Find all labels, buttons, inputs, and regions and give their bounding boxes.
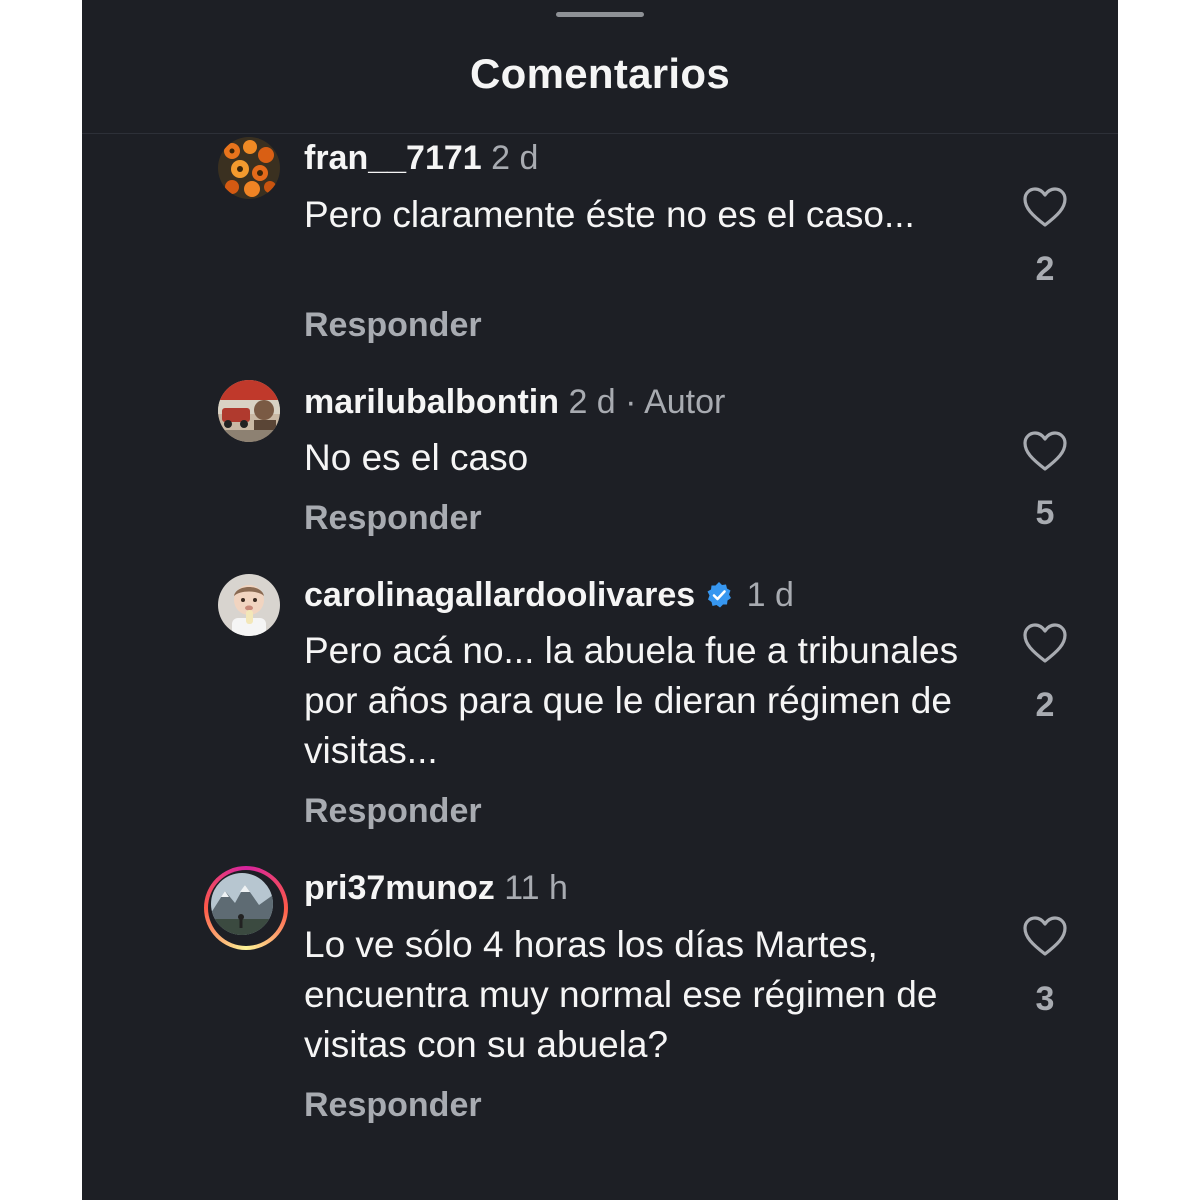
comment-text: No es el caso bbox=[304, 437, 529, 478]
reply-button[interactable]: Responder bbox=[304, 306, 482, 345]
comment-meta: carolinagallardoolivares 1 d bbox=[304, 575, 794, 615]
heart-icon[interactable] bbox=[1022, 429, 1068, 475]
comment-meta: marilubalbontin 2 d · Autor bbox=[304, 382, 725, 422]
reply-button[interactable]: Responder bbox=[304, 499, 482, 538]
reply-button[interactable]: Responder bbox=[304, 1086, 482, 1125]
like-count: 3 bbox=[1035, 980, 1055, 1018]
author-label: Autor bbox=[644, 383, 726, 421]
username[interactable]: pri37munoz bbox=[304, 869, 495, 907]
vintage-photo-avatar[interactable] bbox=[218, 380, 280, 442]
like-count: 5 bbox=[1035, 494, 1055, 532]
comment-meta: pri37munoz 11 h bbox=[304, 868, 568, 908]
heart-icon[interactable] bbox=[1022, 185, 1068, 231]
comment-time: 2 d bbox=[568, 383, 616, 421]
comments-sheet: Comentarios fran__7171 2 d Pero claramen… bbox=[82, 0, 1118, 1200]
username[interactable]: carolinagallardoolivares bbox=[304, 576, 695, 614]
meta-separator: · bbox=[625, 383, 637, 421]
comment-meta: fran__7171 2 d bbox=[304, 138, 538, 178]
username[interactable]: fran__7171 bbox=[304, 139, 482, 177]
comment-time: 11 h bbox=[504, 869, 568, 907]
comment-time: 2 d bbox=[491, 139, 539, 177]
comment-time: 1 d bbox=[746, 576, 794, 614]
heart-icon[interactable] bbox=[1022, 621, 1068, 667]
comment-text: Pero acá no... la abuela fue a tribunale… bbox=[304, 630, 959, 771]
verified-badge-icon bbox=[707, 582, 732, 608]
story-ring[interactable] bbox=[204, 866, 288, 950]
header-divider bbox=[82, 133, 1118, 134]
reply-button[interactable]: Responder bbox=[304, 792, 482, 831]
comment-text: Lo ve sólo 4 horas los días Martes, encu… bbox=[304, 924, 938, 1065]
mountain-landscape-avatar[interactable] bbox=[211, 873, 273, 935]
drag-handle[interactable] bbox=[556, 12, 644, 17]
comment-text: Pero claramente éste no es el caso... bbox=[304, 194, 915, 235]
page-title: Comentarios bbox=[469, 50, 731, 97]
baby-photo-avatar[interactable] bbox=[218, 574, 280, 636]
username[interactable]: marilubalbontin bbox=[304, 383, 559, 421]
like-count: 2 bbox=[1035, 250, 1055, 288]
like-count: 2 bbox=[1035, 686, 1055, 724]
orange-flowers-avatar[interactable] bbox=[218, 137, 280, 199]
heart-icon[interactable] bbox=[1022, 914, 1068, 960]
